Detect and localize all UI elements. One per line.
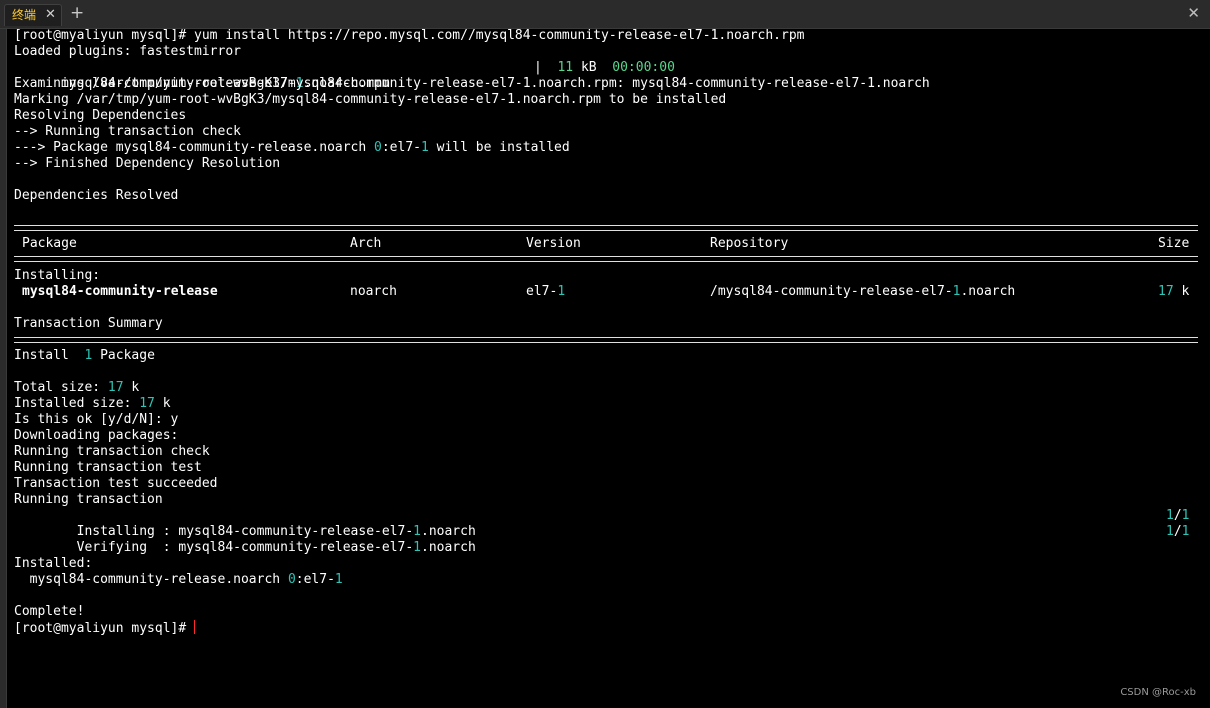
total-size-label: Total size: <box>14 380 108 395</box>
download-stats: | 11 kB 00:00:00 <box>534 60 675 76</box>
row-version-text: el7- <box>526 284 558 299</box>
tab-close-icon[interactable]: ✕ <box>45 7 56 23</box>
download-size-unit: kB <box>573 60 613 75</box>
installing-progress-line: Installing : mysql84-community-release-e… <box>14 508 1202 539</box>
output-line: Marking /var/tmp/yum-root-wvBgK3/mysql84… <box>14 92 727 107</box>
installed-package-line: mysql84-community-release.noarch 0:el7-1 <box>14 572 343 588</box>
install-count-line: Install 1 Package <box>14 348 155 364</box>
confirm-line: Is this ok [y/d/N]: y <box>14 412 179 427</box>
installing-progress-slash: / <box>1173 508 1182 523</box>
table-header-arch: Arch <box>350 236 382 251</box>
text-cursor <box>194 620 196 634</box>
output-line: Dependencies Resolved <box>14 188 179 203</box>
output-line: Examining /var/tmp/yum-root-wvBgK3/mysql… <box>14 76 930 91</box>
installed-size-label: Installed size: <box>14 396 140 411</box>
row-size-num: 17 <box>1158 284 1174 299</box>
terminal-app: 终端 ✕ + ✕ [root@myaliyun mysql]# yum inst… <box>0 0 1210 708</box>
table-header-package: Package <box>22 236 77 251</box>
download-size: 11 <box>557 60 574 75</box>
table-separator <box>14 256 1198 262</box>
table-separator <box>14 225 1198 231</box>
row-size-unit: k <box>1173 284 1190 299</box>
terminal-output[interactable]: [root@myaliyun mysql]# yum install https… <box>14 28 1202 688</box>
release-number: 1 <box>421 140 429 155</box>
verifying-progress-line: Verifying : mysql84-community-release-el… <box>14 524 1202 555</box>
verifying-ext: .noarch <box>421 540 476 555</box>
output-line: --> Finished Dependency Resolution <box>14 156 281 171</box>
tab-bar: 终端 ✕ + ✕ <box>0 0 1210 29</box>
output-line: --> Running transaction check <box>14 124 241 139</box>
row-repo-text: /mysql84-community-release-el7- <box>710 284 953 299</box>
tab-label: 终端 <box>12 8 37 22</box>
download-pipe: | <box>534 60 558 75</box>
install-text: Package <box>92 348 155 363</box>
package-line-text: ---> Package mysql84-community-release.n… <box>14 140 375 155</box>
verifying-text: Verifying : mysql84-community-release-el… <box>60 540 414 555</box>
table-row: mysql84-community-release noarch el7-1 /… <box>14 284 1202 300</box>
verifying-num: 1 <box>413 540 421 555</box>
output-line: Transaction test succeeded <box>14 476 218 491</box>
window-close-icon[interactable]: ✕ <box>1187 4 1200 22</box>
row-version-num: 1 <box>557 284 566 299</box>
epoch-number: 0 <box>374 140 382 155</box>
row-version: el7-1 <box>526 284 565 300</box>
table-header-version: Version <box>526 236 581 251</box>
output-line: Downloading packages: <box>14 428 179 443</box>
new-tab-plus-icon[interactable]: + <box>70 3 84 23</box>
installed-package-text: mysql84-community-release.noarch <box>14 572 288 587</box>
download-progress-line: mysql84-community-release-el7-1.noarch.r… <box>14 60 1202 91</box>
table-header-size: Size <box>1158 236 1190 251</box>
total-size-value: 17 <box>107 380 124 395</box>
total-size-unit: k <box>123 380 140 395</box>
installed-package-text: :el7- <box>295 572 335 587</box>
complete-line: Complete! <box>14 604 85 619</box>
installing-progress-done: 1 <box>1166 508 1174 523</box>
table-header-row: Package Arch Version Repository Size <box>14 236 1202 252</box>
verifying-progress-slash: / <box>1173 524 1182 539</box>
output-line: Loaded plugins: fastestmirror <box>14 44 241 59</box>
table-header-repository: Repository <box>710 236 789 251</box>
summary-title: Transaction Summary <box>14 316 163 331</box>
installed-size-value: 17 <box>139 396 155 411</box>
row-arch: noarch <box>350 284 397 299</box>
installing-label: Installing: <box>14 268 101 283</box>
installing-progress: 1/1 <box>1166 508 1189 524</box>
table-separator <box>14 337 1198 343</box>
shell-prompt: [root@myaliyun mysql]# <box>14 621 187 636</box>
output-line: Resolving Dependencies <box>14 108 187 123</box>
installed-release: 1 <box>334 572 343 587</box>
install-text: Install <box>14 348 85 363</box>
package-line-text: will be installed <box>428 140 570 155</box>
output-line: Running transaction check <box>14 444 210 459</box>
installed-epoch: 0 <box>287 572 296 587</box>
prompt-line[interactable]: [root@myaliyun mysql]# <box>14 620 196 636</box>
output-line: ---> Package mysql84-community-release.n… <box>14 140 570 156</box>
row-package: mysql84-community-release <box>22 284 218 299</box>
total-size-line: Total size: 17 k <box>14 380 139 396</box>
verifying-progress-total: 1 <box>1181 524 1190 539</box>
command-line: [root@myaliyun mysql]# yum install https… <box>14 28 805 43</box>
output-line: Running transaction test <box>14 460 202 475</box>
left-gutter <box>0 29 7 708</box>
verifying-progress-done: 1 <box>1166 524 1174 539</box>
download-time: 00:00:00 <box>612 60 675 75</box>
row-size: 17 k <box>1158 284 1189 300</box>
tab-terminal[interactable]: 终端 ✕ <box>4 4 62 26</box>
output-line: Running transaction <box>14 492 163 507</box>
installing-progress-total: 1 <box>1181 508 1190 523</box>
watermark: CSDN @Roc-xb <box>1120 687 1196 698</box>
installed-title: Installed: <box>14 556 93 571</box>
package-line-text: :el7- <box>381 140 421 155</box>
installed-size-line: Installed size: 17 k <box>14 396 171 412</box>
verifying-progress: 1/1 <box>1166 524 1189 540</box>
installed-size-unit: k <box>154 396 171 411</box>
row-repository: /mysql84-community-release-el7-1.noarch <box>710 284 1015 300</box>
row-repo-ext: .noarch <box>960 284 1016 299</box>
